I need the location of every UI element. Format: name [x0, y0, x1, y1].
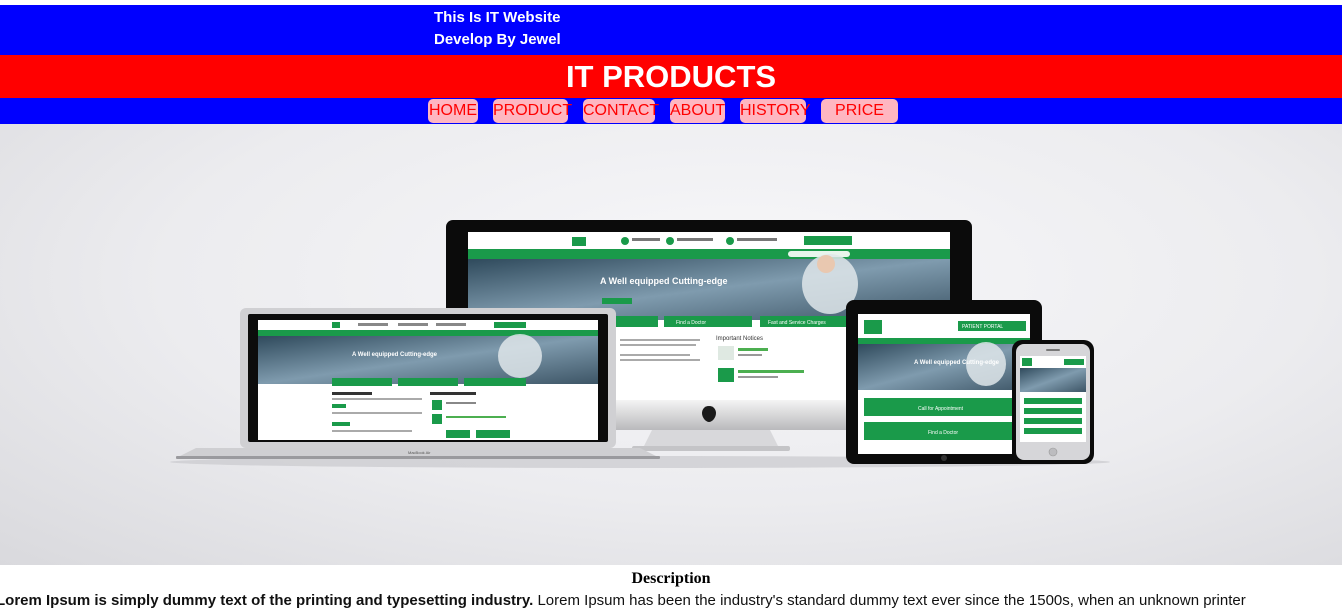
devices-mockup: A Well equipped Cutting-edge Find a Doct…	[170, 220, 1110, 468]
page-title: IT PRODUCTS	[565, 59, 777, 94]
top-banner: This Is IT Website Develop By Jewel	[0, 5, 1342, 55]
nav-price-list[interactable]: PRICE LIST	[821, 99, 898, 143]
description-rest: Lorem Ipsum has been the industry's stan…	[533, 592, 1246, 609]
monitor-notices-heading: Important Notices	[716, 336, 763, 342]
title-banner: IT PRODUCTS	[0, 55, 1342, 98]
tablet-portal-button: PATIENT PORTAL	[962, 324, 1003, 330]
nav-product[interactable]: PRODUCT	[493, 99, 572, 123]
site-tagline: This Is IT Website	[434, 9, 561, 26]
description-bold: Lorem Ipsum is simply dummy text of the …	[0, 592, 534, 609]
nav-bar: HOME PRODUCT CONTACT ABOUT HISTORY PRICE…	[0, 98, 1342, 143]
nav-home[interactable]: HOME	[428, 99, 478, 123]
nav-history[interactable]: HISTORY	[740, 99, 811, 123]
tablet-headline: A Well equipped Cutting-edge	[914, 360, 1000, 366]
laptop-brand: MacBook Air	[408, 450, 431, 455]
tablet-bar-appointment: Call for Appointment	[918, 406, 964, 412]
monitor-headline: A Well equipped Cutting-edge	[600, 276, 728, 286]
description-heading: Description	[631, 570, 711, 587]
description-text: Lorem Ipsum is simply dummy text of the …	[0, 591, 1342, 609]
laptop-headline: A Well equipped Cutting-edge	[352, 352, 438, 358]
nav-about[interactable]: ABOUT	[670, 99, 725, 123]
monitor-tab-fees: Fast and Service Charges	[768, 320, 826, 326]
laptop-device: A Well equipped Cutting-edge MacBook Air	[176, 308, 660, 459]
phone-device	[1012, 340, 1094, 464]
site-author: Develop By Jewel	[434, 31, 561, 48]
monitor-tab-find: Find a Doctor	[676, 320, 706, 326]
tablet-bar-doctor: Find a Doctor	[928, 430, 958, 436]
nav-contact[interactable]: CONTACT	[583, 99, 659, 123]
hero-image: A Well equipped Cutting-edge Find a Doct…	[0, 124, 1342, 565]
